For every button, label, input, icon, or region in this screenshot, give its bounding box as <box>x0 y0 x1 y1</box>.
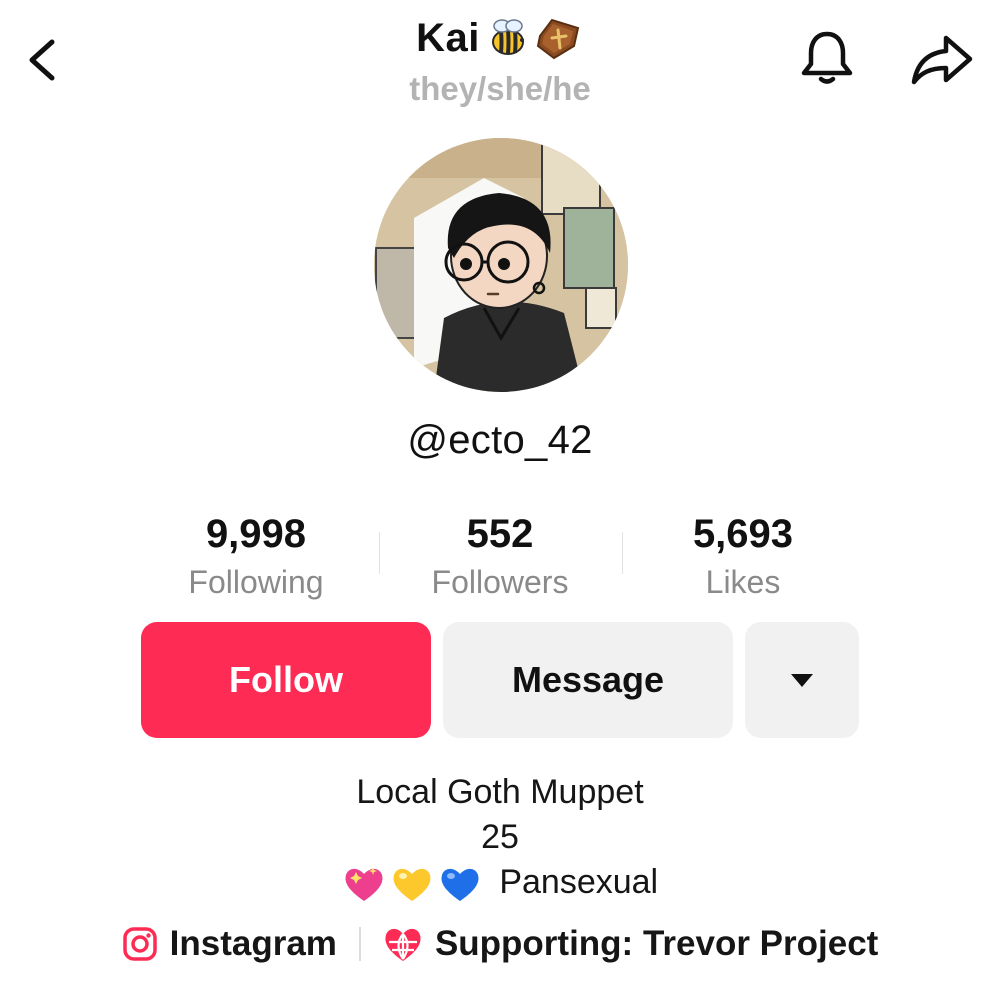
stat-likes[interactable]: 5,693 Likes <box>623 508 863 604</box>
followers-count: 552 <box>466 512 534 556</box>
bio-line: Local Goth Muppet <box>356 773 644 811</box>
name-emojis <box>484 14 584 62</box>
coffin-emoji <box>536 18 580 60</box>
blue-heart-emoji <box>441 868 479 902</box>
following-label: Following <box>188 564 324 600</box>
followers-label: Followers <box>431 564 569 600</box>
likes-label: Likes <box>705 564 781 600</box>
bio-orientation-text: Pansexual <box>499 863 659 901</box>
username: @ecto_42 <box>407 418 593 462</box>
share-button[interactable] <box>908 30 978 90</box>
globe-heart-icon <box>385 928 421 961</box>
bee-emoji <box>491 19 524 55</box>
heart-emojis <box>342 864 482 904</box>
bio-line: Pansexual <box>0 860 1000 905</box>
yellow-heart-emoji <box>393 868 431 902</box>
bell-icon <box>801 31 853 84</box>
display-name-text: Kai <box>416 15 480 60</box>
instagram-link-label: Instagram <box>169 924 337 963</box>
bio-line: 25 <box>481 818 519 856</box>
profile-links: Instagram Supporting: Trevor Project <box>0 924 1000 964</box>
stat-following[interactable]: 9,998 Following <box>136 508 376 604</box>
notifications-button[interactable] <box>796 26 858 90</box>
stat-followers[interactable]: 552 Followers <box>380 508 620 604</box>
share-arrow-icon <box>911 35 973 85</box>
supporting-link[interactable]: Supporting: Trevor Project <box>383 924 878 964</box>
message-button[interactable]: Message <box>443 622 733 738</box>
avatar[interactable] <box>374 138 628 392</box>
likes-count: 5,693 <box>692 512 794 556</box>
follow-button[interactable]: Follow <box>141 622 431 738</box>
avatar-illustration <box>374 138 628 392</box>
caret-down-icon <box>791 674 813 687</box>
bio: Local Goth Muppet 25 Pansexual <box>0 770 1000 905</box>
display-name: Kai <box>416 14 584 62</box>
more-options-button[interactable] <box>745 622 859 738</box>
instagram-link[interactable]: Instagram <box>122 924 337 964</box>
profile-page: Kai they/she/he @ecto_42 9,998 Following… <box>0 0 1000 1000</box>
links-divider <box>358 927 361 961</box>
sparkling-heart-emoji <box>345 867 383 902</box>
following-count: 9,998 <box>205 512 307 556</box>
instagram-icon <box>122 927 157 961</box>
supporting-link-label: Supporting: Trevor Project <box>434 924 879 963</box>
